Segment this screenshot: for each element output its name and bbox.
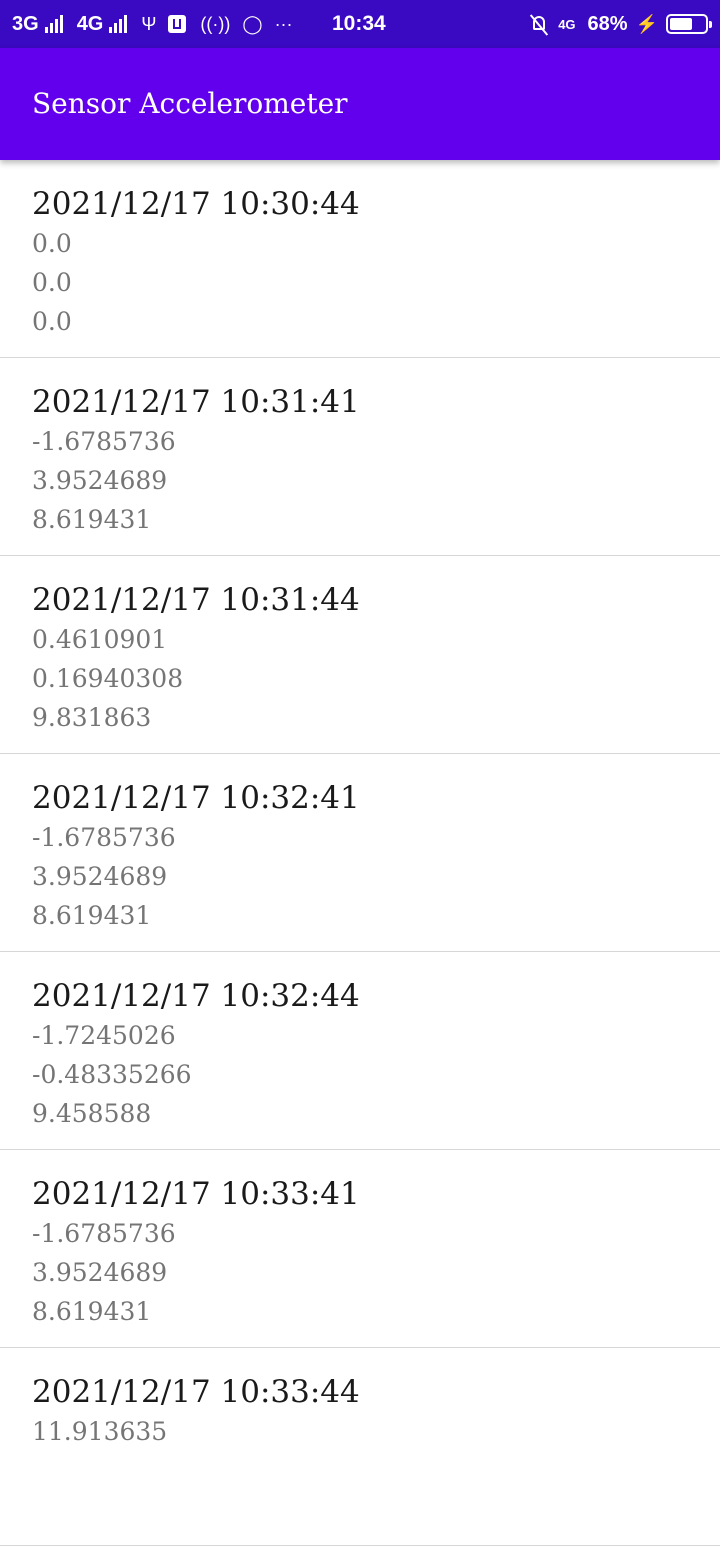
network-type-3g: 3G <box>12 12 39 35</box>
battery-fill <box>670 18 692 30</box>
reading-list[interactable]: 2021/12/17 10:30:44 0.0 0.0 0.0 2021/12/… <box>0 160 720 1546</box>
reading-x-value: -1.6785736 <box>32 1219 176 1248</box>
list-item[interactable]: 2021/12/17 10:33:44 11.913635 <box>0 1348 720 1546</box>
reading-timestamp: 2021/12/17 10:31:44 <box>32 582 360 618</box>
list-item[interactable]: 2021/12/17 10:31:44 0.4610901 0.16940308… <box>0 556 720 754</box>
status-bar-left: 3G 4G Ψ ((·)) ◯ ··· <box>12 0 301 48</box>
reading-z-value: 8.619431 <box>32 1297 152 1326</box>
reading-x-value: -1.6785736 <box>32 427 176 456</box>
signal-icon <box>44 15 63 33</box>
reading-timestamp: 2021/12/17 10:33:41 <box>32 1176 360 1212</box>
list-item[interactable]: 2021/12/17 10:32:44 -1.7245026 -0.483352… <box>0 952 720 1150</box>
reading-z-value: 0.0 <box>32 307 72 336</box>
reading-y-value: 3.9524689 <box>32 466 168 495</box>
reading-timestamp: 2021/12/17 10:31:41 <box>32 384 360 420</box>
reading-timestamp: 2021/12/17 10:33:44 <box>32 1374 360 1410</box>
more-icon: ··· <box>274 13 293 34</box>
battery-icon <box>666 14 712 34</box>
reading-x-value: -1.7245026 <box>32 1021 176 1050</box>
reading-z-value: 8.619431 <box>32 505 152 534</box>
reading-y-value: 3.9524689 <box>32 862 168 891</box>
status-time: 10:34 <box>332 12 386 35</box>
reading-y-value: 0.16940308 <box>32 664 184 693</box>
network-type-right: 4G <box>558 16 576 32</box>
reading-y-value: 0.0 <box>32 268 72 297</box>
whatsapp-icon: ◯ <box>242 13 263 34</box>
charging-icon: ⚡ <box>635 13 658 34</box>
reading-z-value: 9.831863 <box>32 703 152 732</box>
app-bar: Sensor Accelerometer <box>0 48 720 160</box>
reading-timestamp: 2021/12/17 10:32:44 <box>32 978 360 1014</box>
notifications-off-icon <box>530 14 548 34</box>
debug-icon <box>168 15 187 33</box>
reading-timestamp: 2021/12/17 10:30:44 <box>32 186 360 222</box>
reading-x-value: 0.0 <box>32 229 72 258</box>
list-item[interactable]: 2021/12/17 10:32:41 -1.6785736 3.9524689… <box>0 754 720 952</box>
reading-x-value: 11.913635 <box>32 1417 168 1446</box>
list-item[interactable]: 2021/12/17 10:33:41 -1.6785736 3.9524689… <box>0 1150 720 1348</box>
hotspot-icon: ((·)) <box>200 13 231 34</box>
list-item[interactable]: 2021/12/17 10:31:41 -1.6785736 3.9524689… <box>0 358 720 556</box>
reading-z-value: 9.458588 <box>32 1099 152 1128</box>
list-item[interactable]: 2021/12/17 10:30:44 0.0 0.0 0.0 <box>0 160 720 358</box>
usb-icon: Ψ <box>141 13 157 34</box>
reading-y-value: -0.48335266 <box>32 1060 192 1089</box>
reading-timestamp: 2021/12/17 10:32:41 <box>32 780 360 816</box>
reading-y-value: 3.9524689 <box>32 1258 168 1287</box>
reading-x-value: -1.6785736 <box>32 823 176 852</box>
reading-x-value: 0.4610901 <box>32 625 168 654</box>
signal-icon <box>109 15 128 33</box>
reading-z-value: 8.619431 <box>32 901 152 930</box>
status-bar-right: 4G 68% ⚡ <box>530 0 712 48</box>
battery-percent: 68% <box>587 12 628 35</box>
app-title: Sensor Accelerometer <box>32 87 348 120</box>
network-type-4g: 4G <box>76 12 104 35</box>
status-bar: 3G 4G Ψ ((·)) ◯ ··· 10:34 4G 68% ⚡ <box>0 0 720 48</box>
